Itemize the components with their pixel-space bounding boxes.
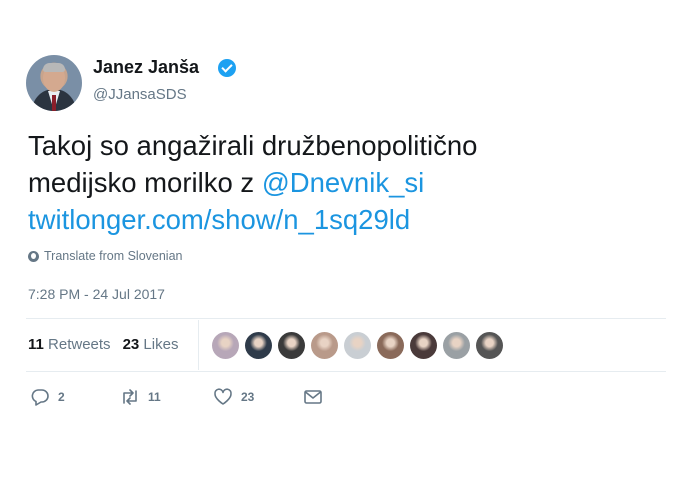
- retweets-label: Retweets: [48, 336, 111, 353]
- twitlonger-link[interactable]: twitlonger.com/show/n_1sq29ld: [28, 201, 668, 238]
- author-handle[interactable]: @JJansaSDS: [93, 86, 187, 103]
- liker-avatar[interactable]: [245, 332, 272, 359]
- translate-label: Translate from Slovenian: [44, 249, 183, 263]
- stats-separator: [198, 320, 199, 370]
- reply-count: 2: [58, 390, 65, 404]
- tweet-line-2-text: medijsko morilko z: [28, 167, 262, 198]
- tweet-actions: 2 11 23: [30, 388, 323, 406]
- liker-avatar[interactable]: [476, 332, 503, 359]
- retweet-icon: [123, 389, 137, 405]
- avatar-tie: [52, 95, 56, 111]
- likes-label: Likes: [143, 336, 179, 353]
- retweet-button[interactable]: 11: [120, 388, 213, 406]
- tweet-stats: 11 Retweets 23 Likes: [28, 336, 178, 353]
- verified-icon: [218, 59, 236, 77]
- reply-icon: [31, 389, 49, 406]
- author-name[interactable]: Janez Janša: [93, 57, 199, 78]
- retweets-count: 11: [28, 336, 44, 353]
- like-count: 23: [241, 390, 255, 404]
- like-button[interactable]: 23: [213, 388, 303, 406]
- tweet-line-2: medijsko morilko z @Dnevnik_si: [28, 164, 668, 201]
- translate-link[interactable]: Translate from Slovenian: [28, 249, 183, 263]
- liker-avatar[interactable]: [377, 332, 404, 359]
- likes-count: 23: [122, 336, 140, 353]
- tweet-timestamp[interactable]: 7:28 PM - 24 Jul 2017: [28, 286, 165, 302]
- reply-button[interactable]: 2: [30, 388, 120, 406]
- mention-link[interactable]: @Dnevnik_si: [262, 167, 424, 198]
- liker-avatar[interactable]: [212, 332, 239, 359]
- divider-bottom: [26, 371, 666, 372]
- tweet-card: Janez Janša @JJansaSDS Takoj so angažira…: [0, 0, 685, 483]
- tweet-text: Takoj so angažirali družbenopolitično me…: [28, 127, 668, 238]
- author-avatar[interactable]: [26, 55, 82, 111]
- retweet-count: 11: [148, 390, 161, 404]
- message-button[interactable]: [303, 388, 323, 406]
- avatar-hair: [43, 63, 65, 72]
- liker-avatar[interactable]: [443, 332, 470, 359]
- globe-icon: [28, 250, 39, 262]
- liker-avatar[interactable]: [278, 332, 305, 359]
- like-icon: [214, 388, 232, 405]
- liker-avatar[interactable]: [410, 332, 437, 359]
- liker-avatar[interactable]: [344, 332, 371, 359]
- likes-stat[interactable]: 23 Likes: [123, 336, 179, 353]
- divider-top: [26, 318, 666, 319]
- liker-avatar[interactable]: [311, 332, 338, 359]
- liker-avatars: [212, 332, 503, 359]
- retweets-stat[interactable]: 11 Retweets: [28, 336, 111, 353]
- message-icon: [304, 390, 322, 404]
- tweet-line-1: Takoj so angažirali družbenopolitično: [28, 130, 478, 161]
